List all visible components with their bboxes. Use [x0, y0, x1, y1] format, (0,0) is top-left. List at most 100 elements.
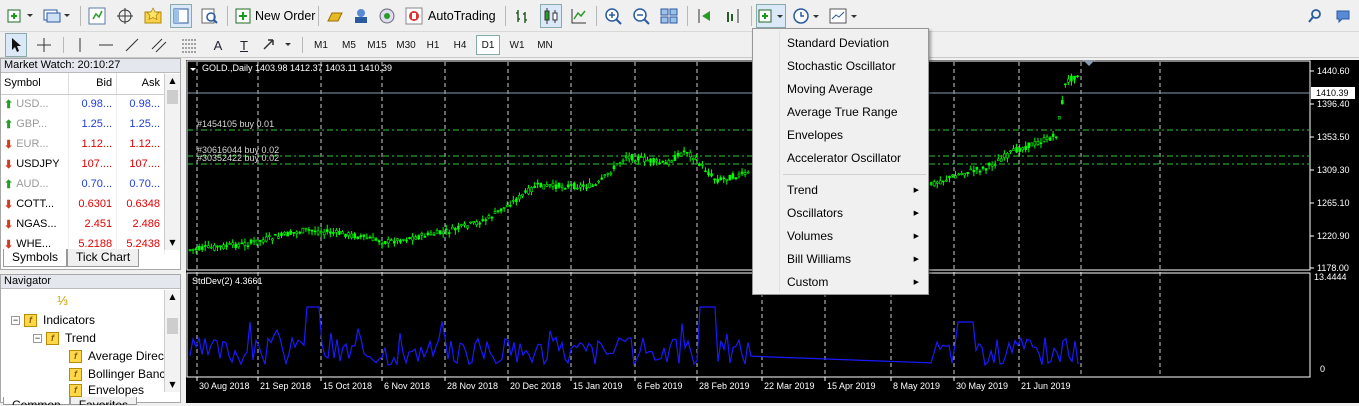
nav-item-trend[interactable]: − f Trend [33, 329, 96, 347]
menu-item-custom[interactable]: Custom ▶ [787, 271, 927, 294]
tab-symbols[interactable]: Symbols [3, 249, 68, 267]
column-bid[interactable]: Bid [68, 73, 118, 95]
navigator-scrollbar[interactable]: ▲ ▼ [164, 290, 180, 392]
scroll-down-icon[interactable]: ▼ [165, 236, 180, 250]
equidistant-channel-button[interactable] [148, 33, 170, 57]
candle-body [707, 172, 710, 175]
menu-item-bill-williams[interactable]: Bill Williams ▶ [787, 248, 927, 271]
text-tool-button[interactable]: A [208, 33, 228, 57]
market-watch-row[interactable]: ⬆ GBP... 1.25... 1.25... [1, 114, 165, 134]
market-watch-row[interactable]: ⬇ NGAS... 2.451 2.486 [1, 214, 165, 234]
timeframe-m1[interactable]: M1 [309, 35, 333, 55]
ask-cell: 2.486 [116, 214, 165, 234]
market-watch-row[interactable]: ⬆ AUD... 0.70... 0.70... [1, 174, 165, 194]
cursor-button[interactable] [5, 33, 27, 57]
strategy-tester-button[interactable] [198, 4, 220, 28]
nav-item-bollinger[interactable]: f Bollinger Banc [69, 365, 165, 383]
new-order-button[interactable]: New Order [255, 0, 315, 32]
candle-body [505, 204, 509, 208]
data-window-button[interactable] [114, 4, 136, 28]
autotrading-icon-box[interactable] [403, 4, 425, 28]
menu-item-oscillators[interactable]: Oscillators ▶ [787, 202, 927, 225]
menu-item-envelopes[interactable]: Envelopes [787, 124, 927, 147]
tab-common[interactable]: Common [3, 397, 70, 405]
zoom-in-button[interactable] [602, 4, 624, 28]
timeframe-m5[interactable]: M5 [337, 35, 361, 55]
timeframe-d1[interactable]: D1 [476, 35, 500, 55]
auto-scroll-button[interactable] [694, 4, 716, 28]
candle-body [606, 172, 610, 175]
tab-tick-chart[interactable]: Tick Chart [67, 249, 140, 267]
nav-item-script[interactable]: ⅓ [57, 291, 68, 309]
terminal-button[interactable] [170, 4, 192, 28]
candlestick-button[interactable] [540, 4, 562, 28]
candle-body [341, 231, 344, 235]
collapse-icon[interactable]: − [11, 315, 20, 325]
horizontal-line-button[interactable] [96, 33, 116, 57]
vps-button[interactable] [376, 4, 398, 28]
timeframe-mn[interactable]: MN [533, 35, 557, 55]
collapse-icon[interactable]: − [33, 333, 42, 343]
column-ask[interactable]: Ask [116, 73, 165, 95]
line-chart-button[interactable] [568, 4, 590, 28]
menu-item-standard-deviation[interactable]: Standard Deviation [787, 32, 927, 55]
text-label-button[interactable]: T [234, 33, 254, 57]
new-chart-button[interactable] [6, 4, 36, 28]
navigator-button[interactable] [142, 4, 164, 28]
menu-item-average-true-range[interactable]: Average True Range [787, 101, 927, 124]
scroll-down-icon[interactable]: ▼ [165, 378, 180, 392]
tab-favorites[interactable]: Favorites [69, 397, 138, 405]
tile-windows-button[interactable] [658, 4, 680, 28]
arrows-button[interactable] [260, 33, 296, 57]
search-button[interactable] [1305, 4, 1325, 28]
menu-item-stochastic-oscillator[interactable]: Stochastic Oscillator [787, 55, 927, 78]
new-order-icon-box[interactable] [234, 4, 254, 28]
metaeditor-button[interactable] [324, 4, 346, 28]
candle-body [432, 234, 436, 236]
menu-item-volumes[interactable]: Volumes ▶ [787, 225, 927, 248]
signals-button[interactable] [350, 4, 372, 28]
candle-body [609, 172, 613, 175]
vertical-line-button[interactable] [70, 33, 90, 57]
timeframe-m15[interactable]: M15 [364, 35, 390, 55]
indicators-list-button[interactable] [756, 4, 786, 28]
scroll-up-icon[interactable]: ▲ [165, 290, 180, 304]
fibonacci-button[interactable] [178, 33, 200, 57]
crosshair-button[interactable] [33, 33, 55, 57]
menu-item-accelerator-oscillator[interactable]: Accelerator Oscillator [787, 147, 927, 170]
timeframe-m30[interactable]: M30 [393, 35, 419, 55]
chat-button[interactable] [1333, 4, 1353, 28]
market-watch-button[interactable] [86, 4, 108, 28]
market-watch-scrollbar[interactable]: ▲ ▼ [164, 74, 180, 250]
templates-button[interactable] [828, 4, 860, 28]
nav-item-average-direc[interactable]: f Average Direc [69, 347, 164, 365]
timeframe-h1[interactable]: H1 [422, 35, 444, 55]
candle-body [585, 187, 588, 189]
bar-chart-button[interactable] [512, 4, 534, 28]
nav-item-indicators[interactable]: − f Indicators [11, 311, 95, 329]
market-watch-row[interactable]: ⬆ USD... 0.98... 0.98... [1, 94, 165, 114]
candle-body [502, 207, 506, 209]
column-symbol[interactable]: Symbol [1, 73, 70, 95]
indicators-folder-icon: f [24, 313, 37, 327]
candle-body [652, 158, 655, 163]
scroll-thumb[interactable] [167, 318, 178, 334]
menu-item-trend[interactable]: Trend ▶ [787, 179, 927, 202]
candle-body [612, 165, 616, 170]
timeframe-h4[interactable]: H4 [449, 35, 471, 55]
trendline-button[interactable] [122, 33, 142, 57]
scroll-thumb[interactable] [167, 90, 178, 104]
market-watch-row[interactable]: ⬇ USDJPY 107.... 107.... [1, 154, 165, 174]
timeframe-w1[interactable]: W1 [505, 35, 529, 55]
chart-shift-button[interactable] [722, 4, 744, 28]
autotrading-button[interactable]: AutoTrading [428, 0, 496, 32]
candle-body [496, 210, 500, 212]
profiles-button[interactable] [42, 4, 72, 28]
menu-item-moving-average[interactable]: Moving Average [787, 78, 927, 101]
nav-item-envelopes[interactable]: f Envelopes [69, 383, 144, 397]
market-watch-row[interactable]: ⬇ EUR... 1.12... 1.12... [1, 134, 165, 154]
periods-button[interactable] [792, 4, 822, 28]
market-watch-row[interactable]: ⬇ COTT... 0.6301 0.6348 [1, 194, 165, 214]
zoom-out-button[interactable] [630, 4, 652, 28]
scroll-up-icon[interactable]: ▲ [165, 74, 180, 88]
